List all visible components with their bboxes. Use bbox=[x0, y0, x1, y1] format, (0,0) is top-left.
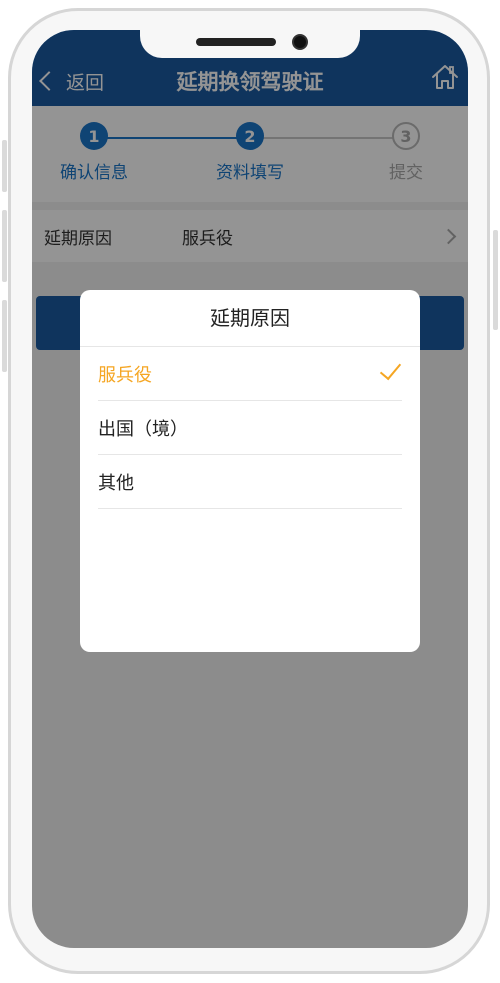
front-camera bbox=[292, 34, 308, 50]
phone-side-button bbox=[2, 140, 7, 192]
dialog-title: 延期原因 bbox=[80, 290, 420, 347]
app-screen: 返回 延期换领驾驶证 1 确认信息 2 资料填写 3 提交 延期原因 服兵役 延… bbox=[32, 30, 468, 948]
phone-side-button bbox=[2, 210, 7, 282]
option-other[interactable]: 其他 bbox=[98, 455, 402, 509]
checkmark-icon bbox=[379, 357, 402, 381]
option-label: 服兵役 bbox=[98, 364, 152, 386]
reason-picker-dialog: 延期原因 服兵役 出国（境） 其他 bbox=[80, 290, 420, 652]
option-label: 出国（境） bbox=[98, 418, 188, 440]
phone-side-button bbox=[493, 230, 498, 330]
speaker-grille bbox=[196, 38, 276, 46]
option-label: 其他 bbox=[98, 472, 134, 494]
option-military-service[interactable]: 服兵役 bbox=[98, 347, 402, 401]
option-abroad[interactable]: 出国（境） bbox=[98, 401, 402, 455]
phone-notch bbox=[140, 30, 360, 58]
phone-side-button bbox=[2, 300, 7, 372]
